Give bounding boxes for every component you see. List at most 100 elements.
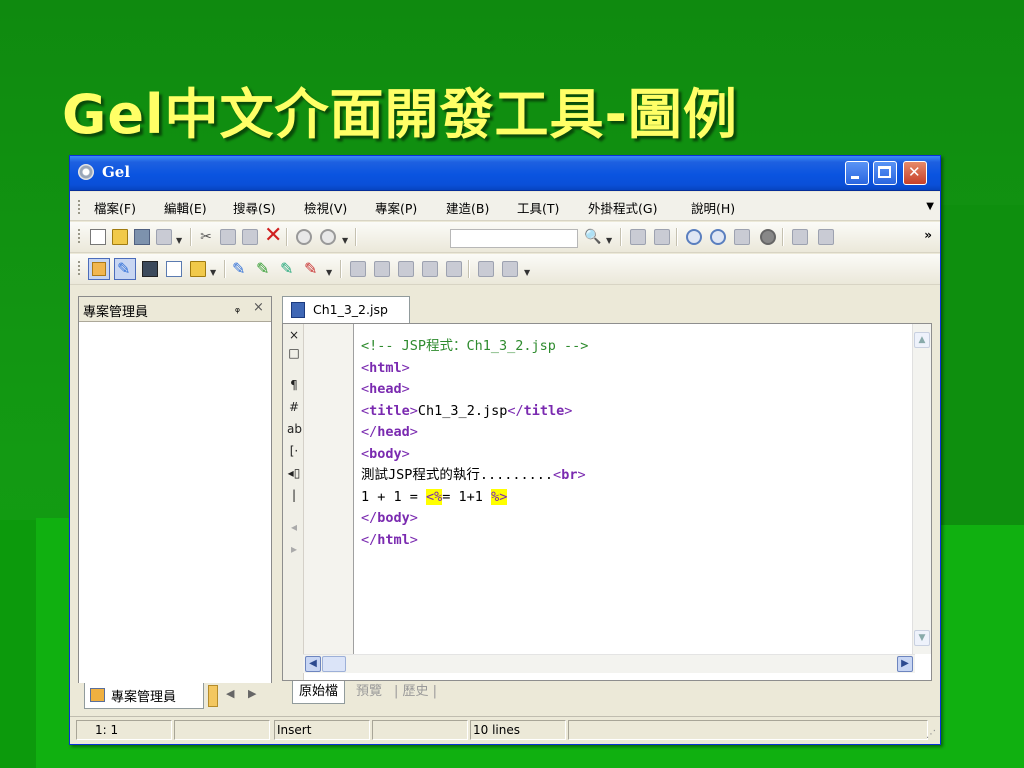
paragraph-icon[interactable]: ¶ (287, 378, 301, 392)
toolbar-grip[interactable] (78, 229, 83, 243)
tag-view-toggle[interactable]: ✎ (114, 258, 136, 280)
vertical-scrollbar[interactable]: ▲ ▼ (912, 324, 931, 654)
chevron-down-icon[interactable]: ▼ (606, 236, 612, 245)
project-view-toggle[interactable] (88, 258, 110, 280)
chevron-down-icon[interactable]: ▼ (342, 236, 348, 245)
sql-edit-icon[interactable] (446, 261, 462, 277)
sql-delete-icon[interactable] (422, 261, 438, 277)
chevron-down-icon[interactable]: ▼ (176, 236, 182, 245)
code-content[interactable]: <!-- JSP程式：Ch1_3_2.jsp --> <html> <head> <t… (361, 336, 588, 551)
close-button[interactable] (903, 161, 927, 185)
console-icon[interactable] (142, 261, 158, 277)
word-wrap-icon[interactable]: ab (287, 422, 302, 436)
menu-project[interactable]: 專案(P) (375, 198, 417, 217)
code-line[interactable]: </body> (361, 508, 588, 530)
scroll-down-icon[interactable]: ▼ (914, 630, 930, 646)
maximize-icon[interactable]: □ (287, 346, 301, 360)
tab-project-manager[interactable]: 專案管理員 (84, 683, 204, 709)
code-line[interactable]: 測試JSP程式的執行.........<br> (361, 465, 588, 487)
chevron-left-icon[interactable]: ◂ (287, 520, 301, 534)
sql-run-icon[interactable] (398, 261, 414, 277)
cursor-icon[interactable]: | (287, 488, 301, 502)
code-line[interactable]: <head> (361, 379, 588, 401)
menu-tools[interactable]: 工具(T) (517, 198, 559, 217)
folder-icon[interactable] (190, 261, 206, 277)
redo-icon[interactable] (320, 229, 336, 245)
chevron-down-icon[interactable]: ▼ (326, 268, 332, 277)
search-icon[interactable]: 🔍 (584, 229, 601, 245)
find-combo-input[interactable] (450, 229, 578, 248)
close-icon[interactable]: × (253, 300, 264, 315)
edit-icon[interactable]: ✎ (232, 261, 248, 277)
compile-icon[interactable] (630, 229, 646, 245)
menu-edit[interactable]: 編輯(E) (164, 198, 207, 217)
open-folder-icon[interactable] (112, 229, 128, 245)
edit-remove-icon[interactable]: ✎ (304, 261, 320, 277)
close-icon[interactable]: × (287, 328, 301, 342)
sql-add-icon[interactable] (374, 261, 390, 277)
code-line[interactable]: <html> (361, 358, 588, 380)
undo-icon[interactable] (296, 229, 312, 245)
window-icon[interactable] (166, 261, 182, 277)
code-line[interactable]: </html> (361, 530, 588, 552)
resize-grip-icon[interactable]: ⋰ (926, 729, 936, 740)
toolbar-overflow-icon[interactable]: » (924, 228, 932, 242)
title-bar[interactable]: Gel (70, 156, 940, 191)
code-line[interactable]: 1 + 1 = <%= 1+1 %> (361, 487, 588, 509)
line-number-icon[interactable]: # (287, 400, 301, 414)
chevron-left-icon[interactable]: ◀ (226, 687, 234, 700)
menu-plugins[interactable]: 外掛程式(G) (588, 198, 657, 217)
toggle-breakpoint-icon[interactable] (792, 229, 808, 245)
delete-icon[interactable]: ✕ (264, 225, 282, 247)
home-icon[interactable] (818, 229, 834, 245)
edit-add-icon[interactable]: ✎ (256, 261, 272, 277)
sql-icon[interactable] (350, 261, 366, 277)
menu-search[interactable]: 搜尋(S) (233, 198, 276, 217)
step-icon[interactable] (734, 229, 750, 245)
minimize-button[interactable] (845, 161, 869, 185)
debug-icon[interactable] (710, 229, 726, 245)
cut-icon[interactable]: ✂ (198, 229, 214, 245)
tab-other-panel[interactable] (208, 685, 218, 707)
scroll-up-icon[interactable]: ▲ (914, 332, 930, 348)
table-connect-icon[interactable] (502, 261, 518, 277)
menu-grip[interactable] (78, 200, 83, 214)
chevron-down-icon[interactable]: ▼ (524, 268, 530, 277)
scroll-right-icon[interactable]: ▶ (897, 656, 913, 672)
save-icon[interactable] (134, 229, 150, 245)
tab-preview[interactable]: 預覽 (350, 681, 388, 703)
tab-file[interactable]: Ch1_3_2.jsp (282, 296, 410, 324)
menu-overflow-icon[interactable]: ▼ (926, 201, 934, 212)
save-all-icon[interactable] (156, 229, 172, 245)
new-file-icon[interactable] (90, 229, 106, 245)
toolbar-grip[interactable] (78, 261, 83, 275)
copy-icon[interactable] (220, 229, 236, 245)
menu-build[interactable]: 建造(B) (446, 198, 489, 217)
menu-file[interactable]: 檔案(F) (94, 198, 136, 217)
chevron-right-icon[interactable]: ▸ (287, 542, 301, 556)
chevron-right-icon[interactable]: ▶ (248, 687, 256, 700)
code-editor[interactable]: × □ ¶ # ab [· ◂▯ | ◂ ▸ <!-- JSP程式：Ch1_3_… (282, 323, 932, 681)
menu-help[interactable]: 說明(H) (691, 198, 735, 217)
horizontal-scrollbar[interactable]: ◀ ▶ (303, 654, 915, 673)
menu-view[interactable]: 檢視(V) (304, 198, 347, 217)
indent-icon[interactable]: [· (287, 444, 301, 458)
code-line[interactable]: <!-- JSP程式：Ch1_3_2.jsp --> (361, 336, 588, 358)
chevron-down-icon[interactable]: ▼ (210, 268, 216, 277)
pin-icon[interactable]: ᵩ (235, 301, 240, 315)
outdent-icon[interactable]: ◂▯ (287, 466, 301, 480)
code-line[interactable]: <body> (361, 444, 588, 466)
run-icon[interactable] (686, 229, 702, 245)
scroll-thumb[interactable] (322, 656, 346, 672)
maximize-button[interactable] (873, 161, 897, 185)
code-line[interactable]: <title>Ch1_3_2.jsp</title> (361, 401, 588, 423)
build-icon[interactable] (654, 229, 670, 245)
stop-icon[interactable] (760, 229, 776, 245)
table-icon[interactable] (478, 261, 494, 277)
tab-history[interactable]: | 歷史 | (394, 681, 443, 703)
edit-check-icon[interactable]: ✎ (280, 261, 296, 277)
paste-icon[interactable] (242, 229, 258, 245)
code-line[interactable]: </head> (361, 422, 588, 444)
tab-source[interactable]: 原始檔 (292, 681, 346, 704)
scroll-left-icon[interactable]: ◀ (305, 656, 321, 672)
